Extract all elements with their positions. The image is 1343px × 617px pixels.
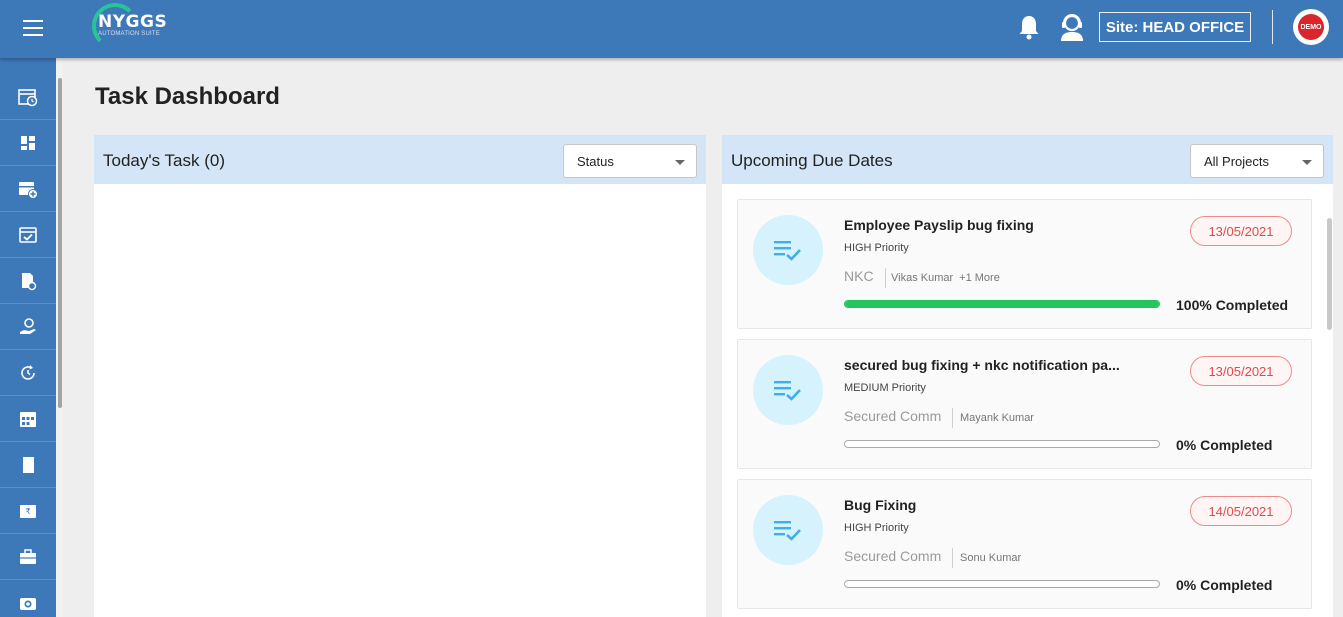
sidebar-item-add-event[interactable] — [0, 166, 56, 212]
site-selector-button[interactable]: Site: HEAD OFFICE — [1099, 12, 1251, 42]
task-progress-bar — [844, 580, 1160, 588]
task-progress-label: 100% Completed — [1176, 297, 1289, 313]
page-title: Task Dashboard — [95, 83, 280, 110]
task-project: NKC — [844, 268, 886, 288]
sidebar-item-expenses[interactable]: ₹ — [0, 488, 56, 534]
task-title: Bug Fixing — [844, 497, 917, 513]
task-due-date-badge: 13/05/2021 — [1190, 356, 1292, 386]
status-select[interactable]: Status — [563, 144, 697, 178]
sidebar-item-camera[interactable] — [0, 580, 56, 617]
task-due-date-badge: 13/05/2021 — [1190, 216, 1292, 246]
sidebar: ₹ — [0, 58, 56, 617]
task-priority: HIGH Priority — [844, 522, 909, 534]
logo-text: NYGGS — [98, 12, 168, 32]
sidebar-item-tasks[interactable] — [0, 212, 56, 258]
support-agent-icon[interactable] — [1059, 12, 1085, 42]
sidebar-item-dashboard[interactable] — [0, 120, 56, 166]
project-select[interactable]: All Projects — [1190, 144, 1324, 178]
upcoming-due-dates-panel: Upcoming Due Dates All Projects Employee… — [722, 135, 1333, 617]
todays-task-title: Today's Task (0) — [103, 151, 225, 170]
top-bar: NYGGS AUTOMATION SUITE Site: HEAD OFFICE… — [0, 0, 1343, 58]
task-progress-label: 0% Completed — [1176, 577, 1273, 593]
svg-text:₹: ₹ — [25, 507, 30, 516]
calendar-check-icon — [19, 226, 37, 243]
avatar-badge: DEMO — [1298, 14, 1324, 40]
task-project: Secured Comm — [844, 548, 954, 568]
task-progress-bar — [844, 440, 1160, 448]
briefcase-icon — [20, 548, 36, 564]
document-icon — [23, 456, 34, 473]
calendar-clock-icon — [18, 88, 38, 106]
clock-refresh-icon — [21, 364, 35, 380]
sidebar-item-documents[interactable] — [0, 258, 56, 304]
sidebar-item-projects[interactable] — [0, 534, 56, 580]
upcoming-title: Upcoming Due Dates — [731, 151, 893, 170]
calendar-grid-icon — [20, 411, 36, 427]
rupee-tray-icon: ₹ — [20, 504, 36, 518]
task-progress-label: 0% Completed — [1176, 437, 1273, 453]
header-divider — [1272, 10, 1273, 44]
task-assignee: Vikas Kumar — [891, 272, 954, 284]
task-list-check-icon — [753, 355, 823, 425]
task-list: Employee Payslip bug fixing HIGH Priorit… — [737, 199, 1312, 617]
task-progress-fill — [845, 301, 1159, 307]
project-select-value: All Projects — [1204, 153, 1270, 169]
sidebar-item-calendar[interactable] — [0, 396, 56, 442]
sidebar-item-timesheet[interactable] — [0, 350, 56, 396]
app-logo[interactable]: NYGGS AUTOMATION SUITE — [92, 3, 172, 53]
task-more-assignees[interactable]: +1 More — [959, 272, 1000, 284]
hand-money-icon — [20, 317, 36, 334]
camera-icon — [20, 597, 36, 610]
task-card[interactable]: secured bug fixing + nkc notification pa… — [737, 339, 1312, 469]
task-assignee: Sonu Kumar — [960, 552, 1022, 564]
task-card[interactable]: Employee Payslip bug fixing HIGH Priorit… — [737, 199, 1312, 329]
sidebar-item-payroll[interactable] — [0, 304, 56, 350]
task-assignees: Vikas Kumar +1 More — [891, 272, 1000, 284]
task-assignees: Sonu Kumar — [960, 552, 1021, 564]
task-assignees: Mayank Kumar — [960, 412, 1034, 424]
task-list-check-icon — [753, 215, 823, 285]
chevron-down-icon — [675, 160, 685, 165]
task-title: Employee Payslip bug fixing — [844, 217, 1034, 233]
sidebar-item-reports[interactable] — [0, 442, 56, 488]
task-title: secured bug fixing + nkc notification pa… — [844, 357, 1120, 373]
dashboard-icon — [21, 135, 35, 150]
notification-bell-icon[interactable] — [1018, 14, 1040, 40]
calendar-add-icon — [19, 181, 38, 199]
logo-subtitle: AUTOMATION SUITE — [98, 31, 160, 37]
upcoming-header: Upcoming Due Dates All Projects — [722, 135, 1333, 184]
menu-icon[interactable] — [23, 20, 43, 36]
task-list-check-icon — [753, 495, 823, 565]
document-settings-icon — [22, 272, 37, 290]
main-scrollbar-thumb[interactable] — [1327, 218, 1332, 330]
sidebar-scrollbar-thumb[interactable] — [58, 78, 62, 408]
todays-task-header: Today's Task (0) Status — [94, 135, 706, 184]
sidebar-item-attendance[interactable] — [0, 58, 56, 120]
todays-task-panel: Today's Task (0) Status — [94, 135, 706, 617]
task-priority: HIGH Priority — [844, 242, 909, 254]
task-due-date-badge: 14/05/2021 — [1190, 496, 1292, 526]
task-assignee: Mayank Kumar — [960, 412, 1034, 424]
chevron-down-icon — [1302, 160, 1312, 165]
task-project: Secured Comm — [844, 408, 954, 428]
task-priority: MEDIUM Priority — [844, 382, 926, 394]
status-select-value: Status — [577, 153, 614, 169]
task-progress-bar — [844, 300, 1160, 308]
task-card[interactable]: Bug Fixing HIGH Priority Secured Comm So… — [737, 479, 1312, 609]
user-avatar[interactable]: DEMO — [1293, 9, 1329, 45]
